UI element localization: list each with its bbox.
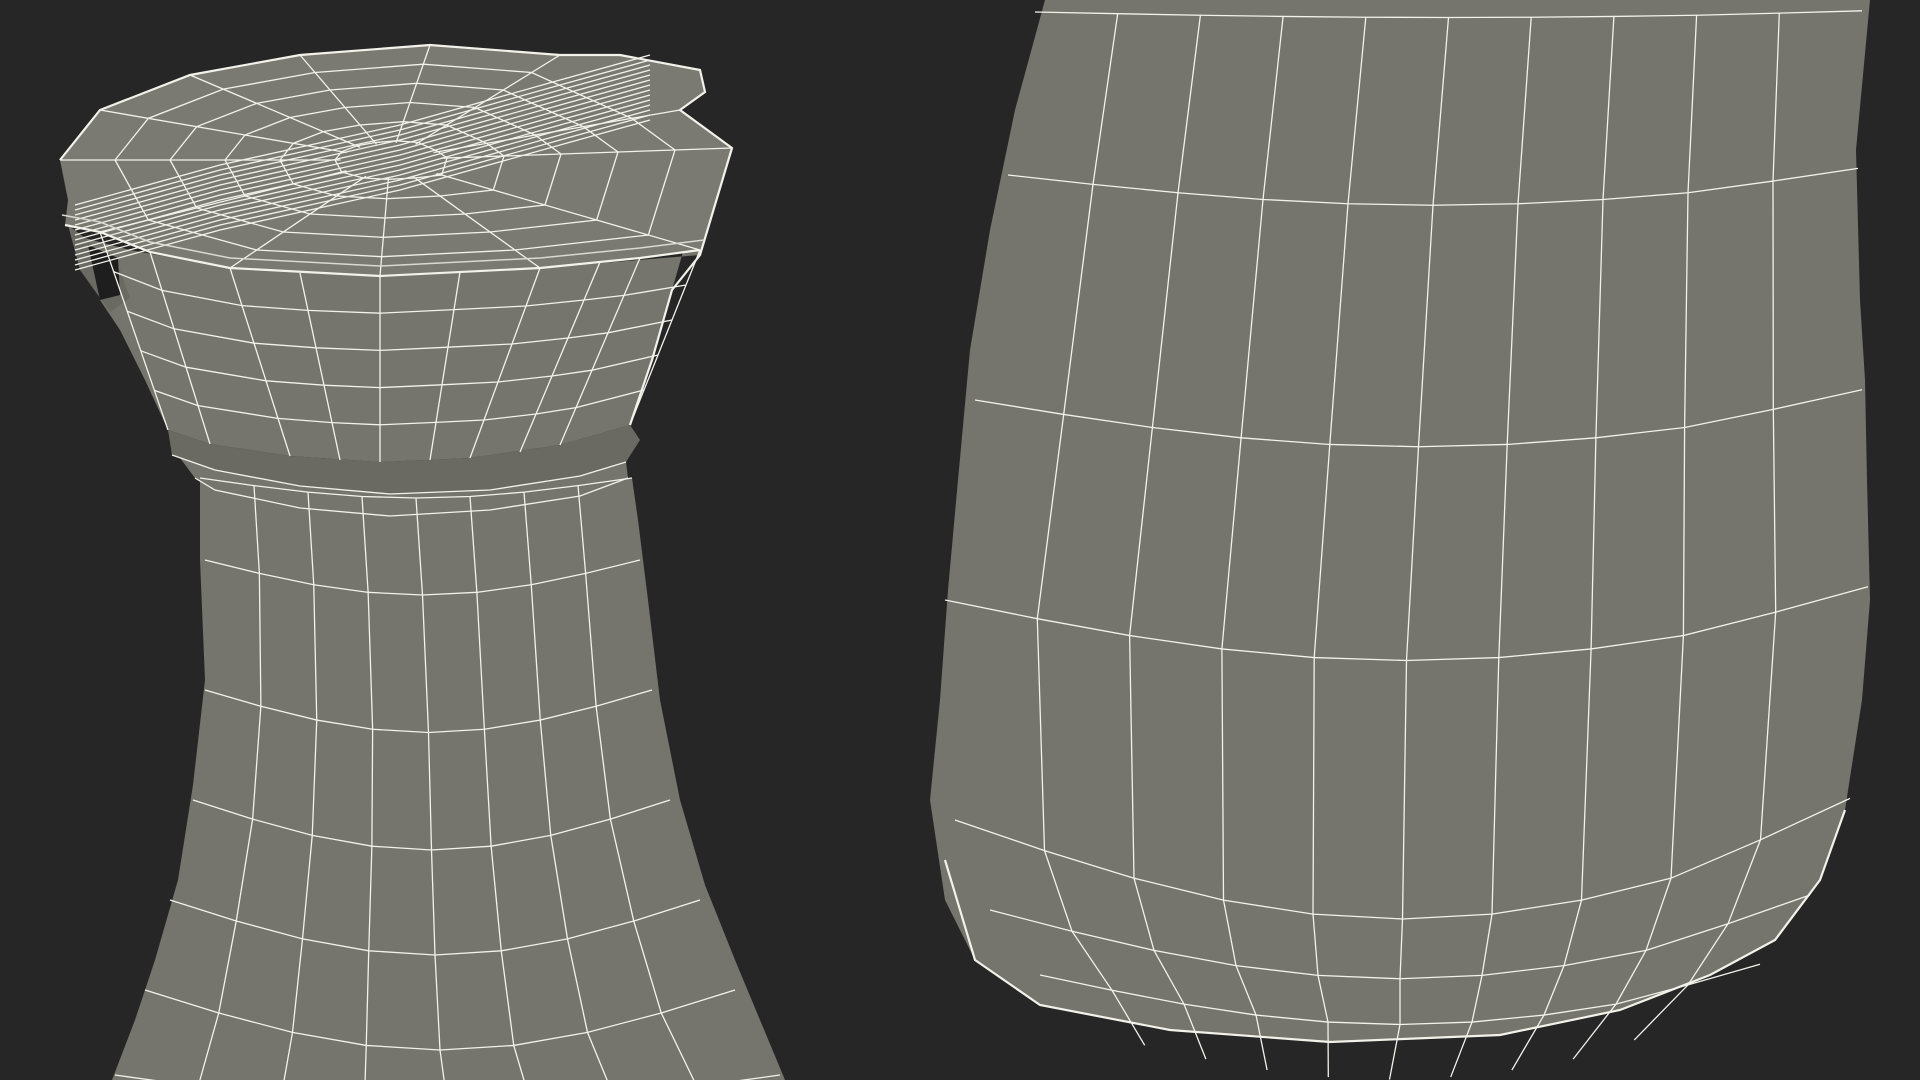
wireframe-render bbox=[0, 0, 1920, 1080]
render-canvas bbox=[59, 0, 1870, 1080]
body-surface bbox=[930, 0, 1870, 1042]
bottle-base-body-view bbox=[930, 0, 1870, 1080]
bottle-neck-cap-view bbox=[59, 43, 785, 1080]
neck-surface bbox=[112, 478, 785, 1080]
